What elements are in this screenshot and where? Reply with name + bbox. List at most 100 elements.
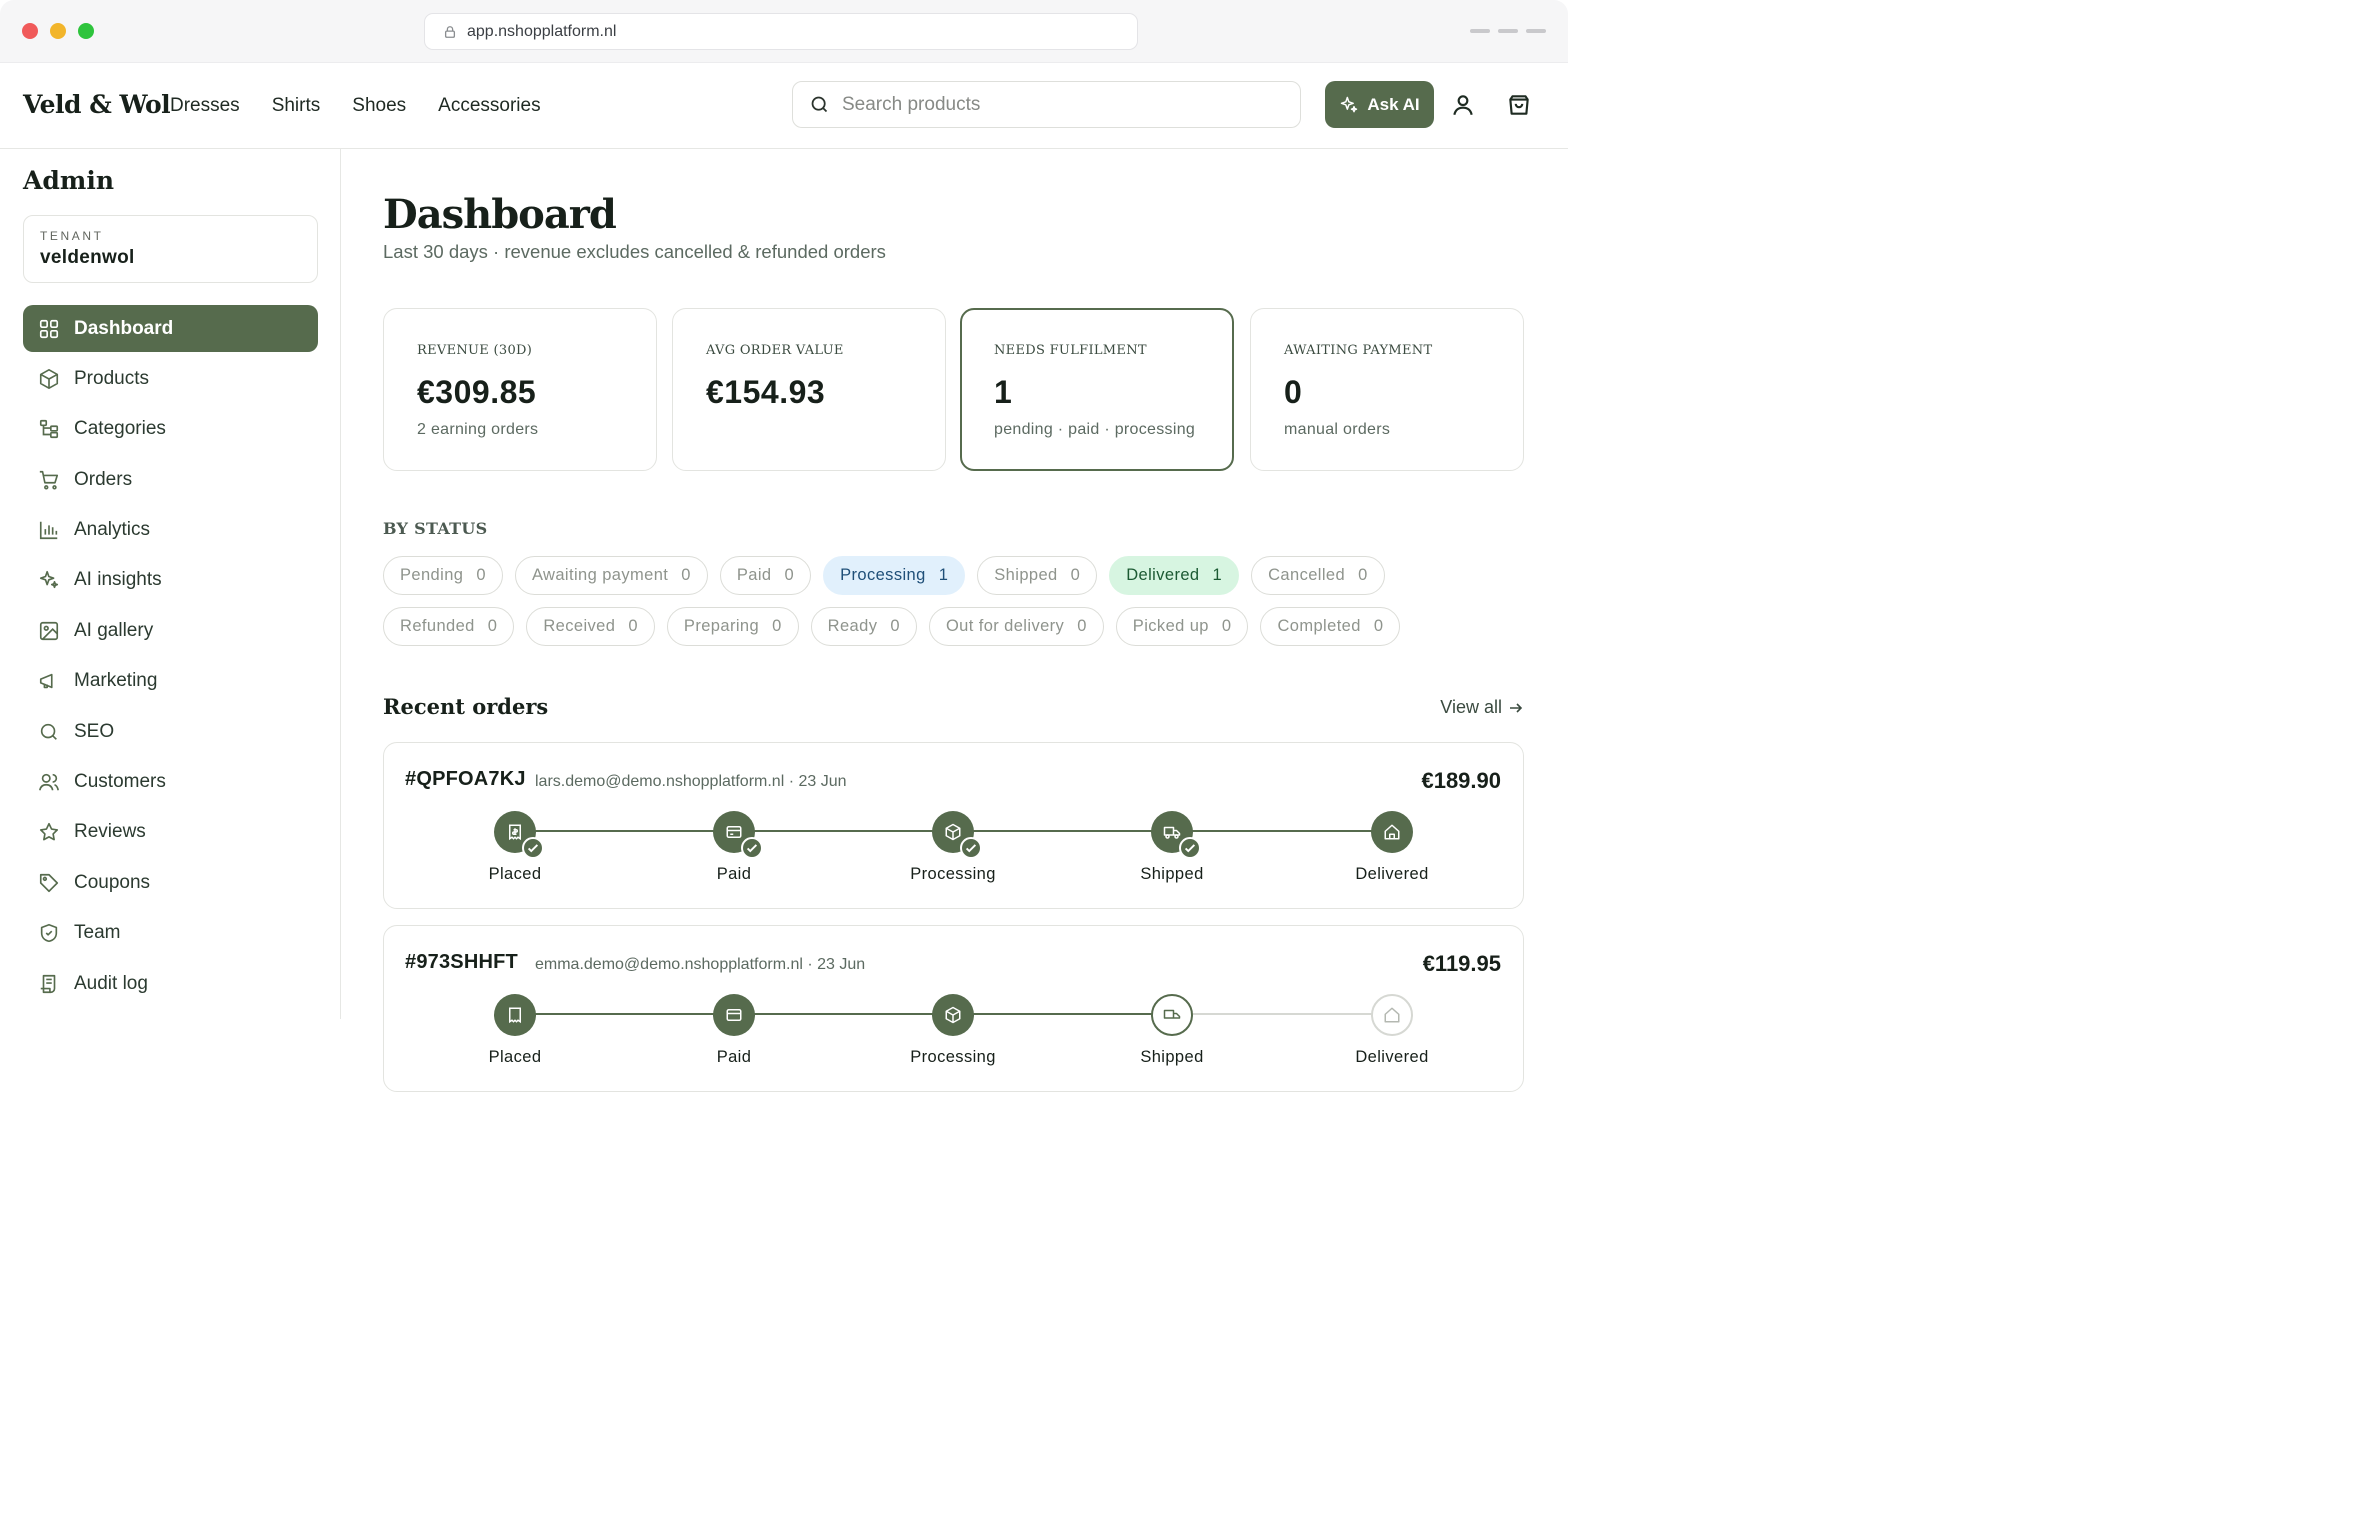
sidebar-item-categories[interactable]: Categories (23, 406, 318, 453)
truck-icon (1163, 1009, 1181, 1019)
sidebar-item-label: Analytics (74, 519, 151, 541)
search-icon (40, 723, 57, 740)
sidebar-item-label: Coupons (74, 871, 151, 893)
order-step-shipped: Shipped (1092, 811, 1252, 884)
tenant-switcher[interactable]: TENANT veldenwol (23, 215, 318, 283)
tree-icon (39, 420, 59, 439)
users-icon (39, 773, 59, 791)
maximize-window-button[interactable] (78, 23, 94, 39)
minimize-window-button[interactable] (50, 23, 66, 39)
status-chip-preparing[interactable]: Preparing 0 (666, 607, 799, 646)
sidebar-item-dashboard[interactable]: Dashboard (23, 305, 318, 352)
stat-label: NEEDS FULFILMENT (994, 343, 1147, 358)
shield-icon (40, 924, 58, 943)
status-chip-picked-up[interactable]: Picked up 0 (1115, 607, 1249, 646)
sidebar-item-label: Categories (74, 418, 166, 440)
sidebar-item-label: Marketing (74, 670, 158, 692)
address-bar[interactable]: app.nshopplatform.nl (424, 13, 1138, 50)
check-icon (527, 844, 539, 853)
sidebar-item-label: AI insights (74, 569, 162, 591)
stat-card-needs-fulfilment[interactable]: NEEDS FULFILMENT 1 pending · paid · proc… (960, 308, 1234, 471)
search-input[interactable] (842, 93, 1262, 116)
package-icon (945, 1006, 961, 1024)
status-count: 0 (890, 617, 900, 635)
status-chip-out-for-delivery[interactable]: Out for delivery 0 (928, 607, 1104, 646)
nav-link-shoes[interactable]: Shoes (352, 95, 406, 117)
user-icon[interactable] (1450, 92, 1476, 118)
tag-icon (39, 873, 59, 892)
status-chip-awaiting-payment[interactable]: Awaiting payment 0 (514, 556, 708, 595)
status-chip-completed[interactable]: Completed 0 (1260, 607, 1401, 646)
status-count: 0 (1358, 566, 1368, 584)
sidebar-item-label: Dashboard (74, 317, 174, 339)
ask-ai-label: Ask AI (1367, 94, 1420, 114)
tenant-label: TENANT (40, 229, 104, 243)
nav-link-dresses[interactable]: Dresses (170, 95, 240, 117)
stat-label: REVENUE (30D) (417, 343, 533, 358)
sidebar-item-reviews[interactable]: Reviews (23, 809, 318, 856)
log-icon (40, 974, 56, 993)
order-meta: lars.demo@demo.nshopplatform.nl · 23 Jun (535, 773, 847, 790)
sidebar-item-ai-insights[interactable]: AI insights (23, 557, 318, 604)
status-chip-pending[interactable]: Pending 0 (383, 556, 503, 595)
sidebar-item-customers[interactable]: Customers (23, 759, 318, 806)
status-filter-chips: Pending 0 Awaiting payment 0 Paid 0 Process… (383, 556, 1483, 658)
step-label: Shipped (1140, 865, 1204, 883)
status-chip-shipped[interactable]: Shipped 0 (977, 556, 1098, 595)
window-controls (1470, 29, 1546, 33)
status-chip-cancelled[interactable]: Cancelled 0 (1251, 556, 1385, 595)
step-label: Processing (910, 865, 996, 883)
sidebar-item-products[interactable]: Products (23, 355, 318, 402)
status-count: 0 (628, 617, 638, 635)
stat-value: €154.93 (706, 374, 826, 410)
status-chip-processing[interactable]: Processing 1 (823, 556, 966, 595)
nav-link-shirts[interactable]: Shirts (272, 95, 321, 117)
order-id[interactable]: #QPFOA7KJ (405, 768, 526, 791)
view-all-link[interactable]: View all (1440, 697, 1524, 718)
sidebar-item-marketing[interactable]: Marketing (23, 658, 318, 705)
sidebar-item-seo[interactable]: SEO (23, 708, 318, 755)
sidebar-title: Admin (23, 166, 115, 195)
page-title: Dashboard (383, 191, 617, 238)
package-icon (945, 823, 961, 841)
sidebar-item-label: Orders (74, 468, 133, 490)
brand-logo[interactable]: Veld & Wol (23, 90, 171, 119)
sidebar-item-label: Audit log (74, 972, 148, 994)
order-card[interactable]: #973SHHFT emma.demo@demo.nshopplatform.n… (383, 925, 1524, 1092)
status-chip-paid[interactable]: Paid 0 (719, 556, 812, 595)
step-label: Placed (488, 1048, 542, 1066)
stat-value: €309.85 (417, 374, 537, 410)
megaphone-icon (39, 673, 53, 689)
tenant-value: veldenwol (40, 247, 135, 268)
step-label: Processing (910, 1048, 996, 1066)
sidebar-item-orders[interactable]: Orders (23, 456, 318, 503)
status-chip-delivered[interactable]: Delivered 1 (1109, 556, 1240, 595)
close-window-button[interactable] (22, 23, 38, 39)
status-chip-ready[interactable]: Ready 0 (810, 607, 917, 646)
search-icon (811, 96, 828, 113)
sidebar-item-ai-gallery[interactable]: AI gallery (23, 607, 318, 654)
order-id[interactable]: #973SHHFT (405, 951, 518, 974)
stat-note: manual orders (1284, 421, 1391, 438)
stat-label: AVG ORDER VALUE (706, 343, 844, 358)
order-progress-track (515, 1013, 1172, 1015)
order-card[interactable]: #QPFOA7KJ lars.demo@demo.nshopplatform.n… (383, 742, 1524, 909)
browser-chrome: app.nshopplatform.nl (0, 0, 1568, 63)
status-chip-received[interactable]: Received 0 (526, 607, 655, 646)
nav-link-accessories[interactable]: Accessories (438, 95, 540, 117)
sidebar-item-coupons[interactable]: Coupons (23, 859, 318, 906)
by-status-heading: BY STATUS (383, 519, 488, 538)
shopping-bag-icon[interactable] (1506, 92, 1532, 118)
check-icon (965, 844, 977, 853)
ask-ai-button[interactable]: Ask AI (1325, 81, 1434, 128)
sidebar-item-label: Customers (74, 771, 166, 793)
sidebar-item-audit-log[interactable]: Audit log (23, 960, 318, 1007)
sidebar-item-analytics[interactable]: Analytics (23, 507, 318, 554)
receipt-icon (509, 824, 521, 841)
stat-card-awaiting-payment: AWAITING PAYMENT 0 manual orders (1250, 308, 1524, 471)
status-chip-refunded[interactable]: Refunded 0 (383, 607, 515, 646)
sidebar-item-team[interactable]: Team (23, 910, 318, 957)
dashboard-main: Dashboard Last 30 days · revenue exclude… (341, 149, 1568, 1092)
cart-icon (39, 470, 59, 490)
step-label: Delivered (1355, 1048, 1429, 1066)
